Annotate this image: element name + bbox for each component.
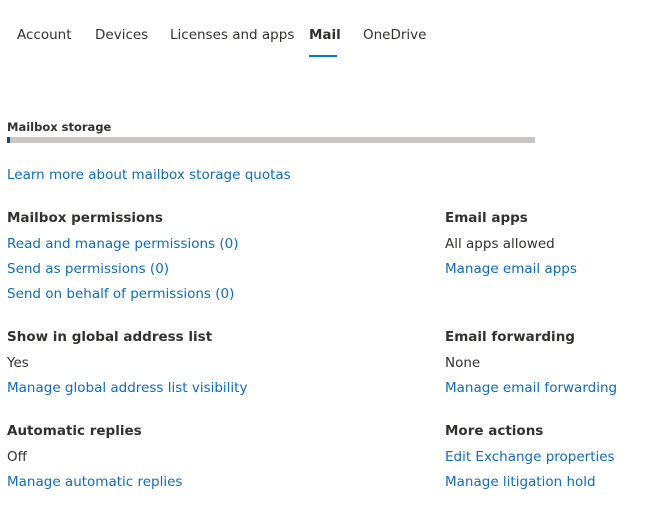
tab-licenses-and-apps[interactable]: Licenses and apps xyxy=(170,26,294,44)
manage-email-forwarding-link[interactable]: Manage email forwarding xyxy=(445,379,617,397)
email-forwarding-value: None xyxy=(445,355,481,371)
tab-onedrive[interactable]: OneDrive xyxy=(363,26,426,44)
user-detail-tabs: Account Devices Licenses and apps Mail O… xyxy=(0,0,652,60)
global-address-list-value: Yes xyxy=(7,355,29,371)
active-tab-indicator xyxy=(309,55,337,57)
mailbox-storage-bar xyxy=(7,137,535,143)
more-actions-title: More actions xyxy=(445,423,544,439)
mailbox-storage-fill xyxy=(7,137,10,143)
tab-mail[interactable]: Mail xyxy=(309,26,341,44)
learn-more-storage-quotas-link[interactable]: Learn more about mailbox storage quotas xyxy=(7,166,291,184)
read-and-manage-permissions-link[interactable]: Read and manage permissions (0) xyxy=(7,235,239,253)
send-on-behalf-permissions-link[interactable]: Send on behalf of permissions (0) xyxy=(7,285,234,303)
automatic-replies-value: Off xyxy=(7,449,27,465)
global-address-list-title: Show in global address list xyxy=(7,329,213,345)
email-apps-value: All apps allowed xyxy=(445,236,555,252)
mailbox-permissions-title: Mailbox permissions xyxy=(7,210,163,226)
manage-email-apps-link[interactable]: Manage email apps xyxy=(445,260,577,278)
email-forwarding-title: Email forwarding xyxy=(445,329,575,345)
send-as-permissions-link[interactable]: Send as permissions (0) xyxy=(7,260,169,278)
manage-litigation-hold-link[interactable]: Manage litigation hold xyxy=(445,473,596,491)
manage-automatic-replies-link[interactable]: Manage automatic replies xyxy=(7,473,182,491)
mailbox-storage-title: Mailbox storage xyxy=(7,120,112,134)
tab-devices[interactable]: Devices xyxy=(95,26,148,44)
tab-account[interactable]: Account xyxy=(17,26,72,44)
automatic-replies-title: Automatic replies xyxy=(7,423,142,439)
email-apps-title: Email apps xyxy=(445,210,528,226)
manage-global-address-list-link[interactable]: Manage global address list visibility xyxy=(7,379,247,397)
edit-exchange-properties-link[interactable]: Edit Exchange properties xyxy=(445,448,615,466)
